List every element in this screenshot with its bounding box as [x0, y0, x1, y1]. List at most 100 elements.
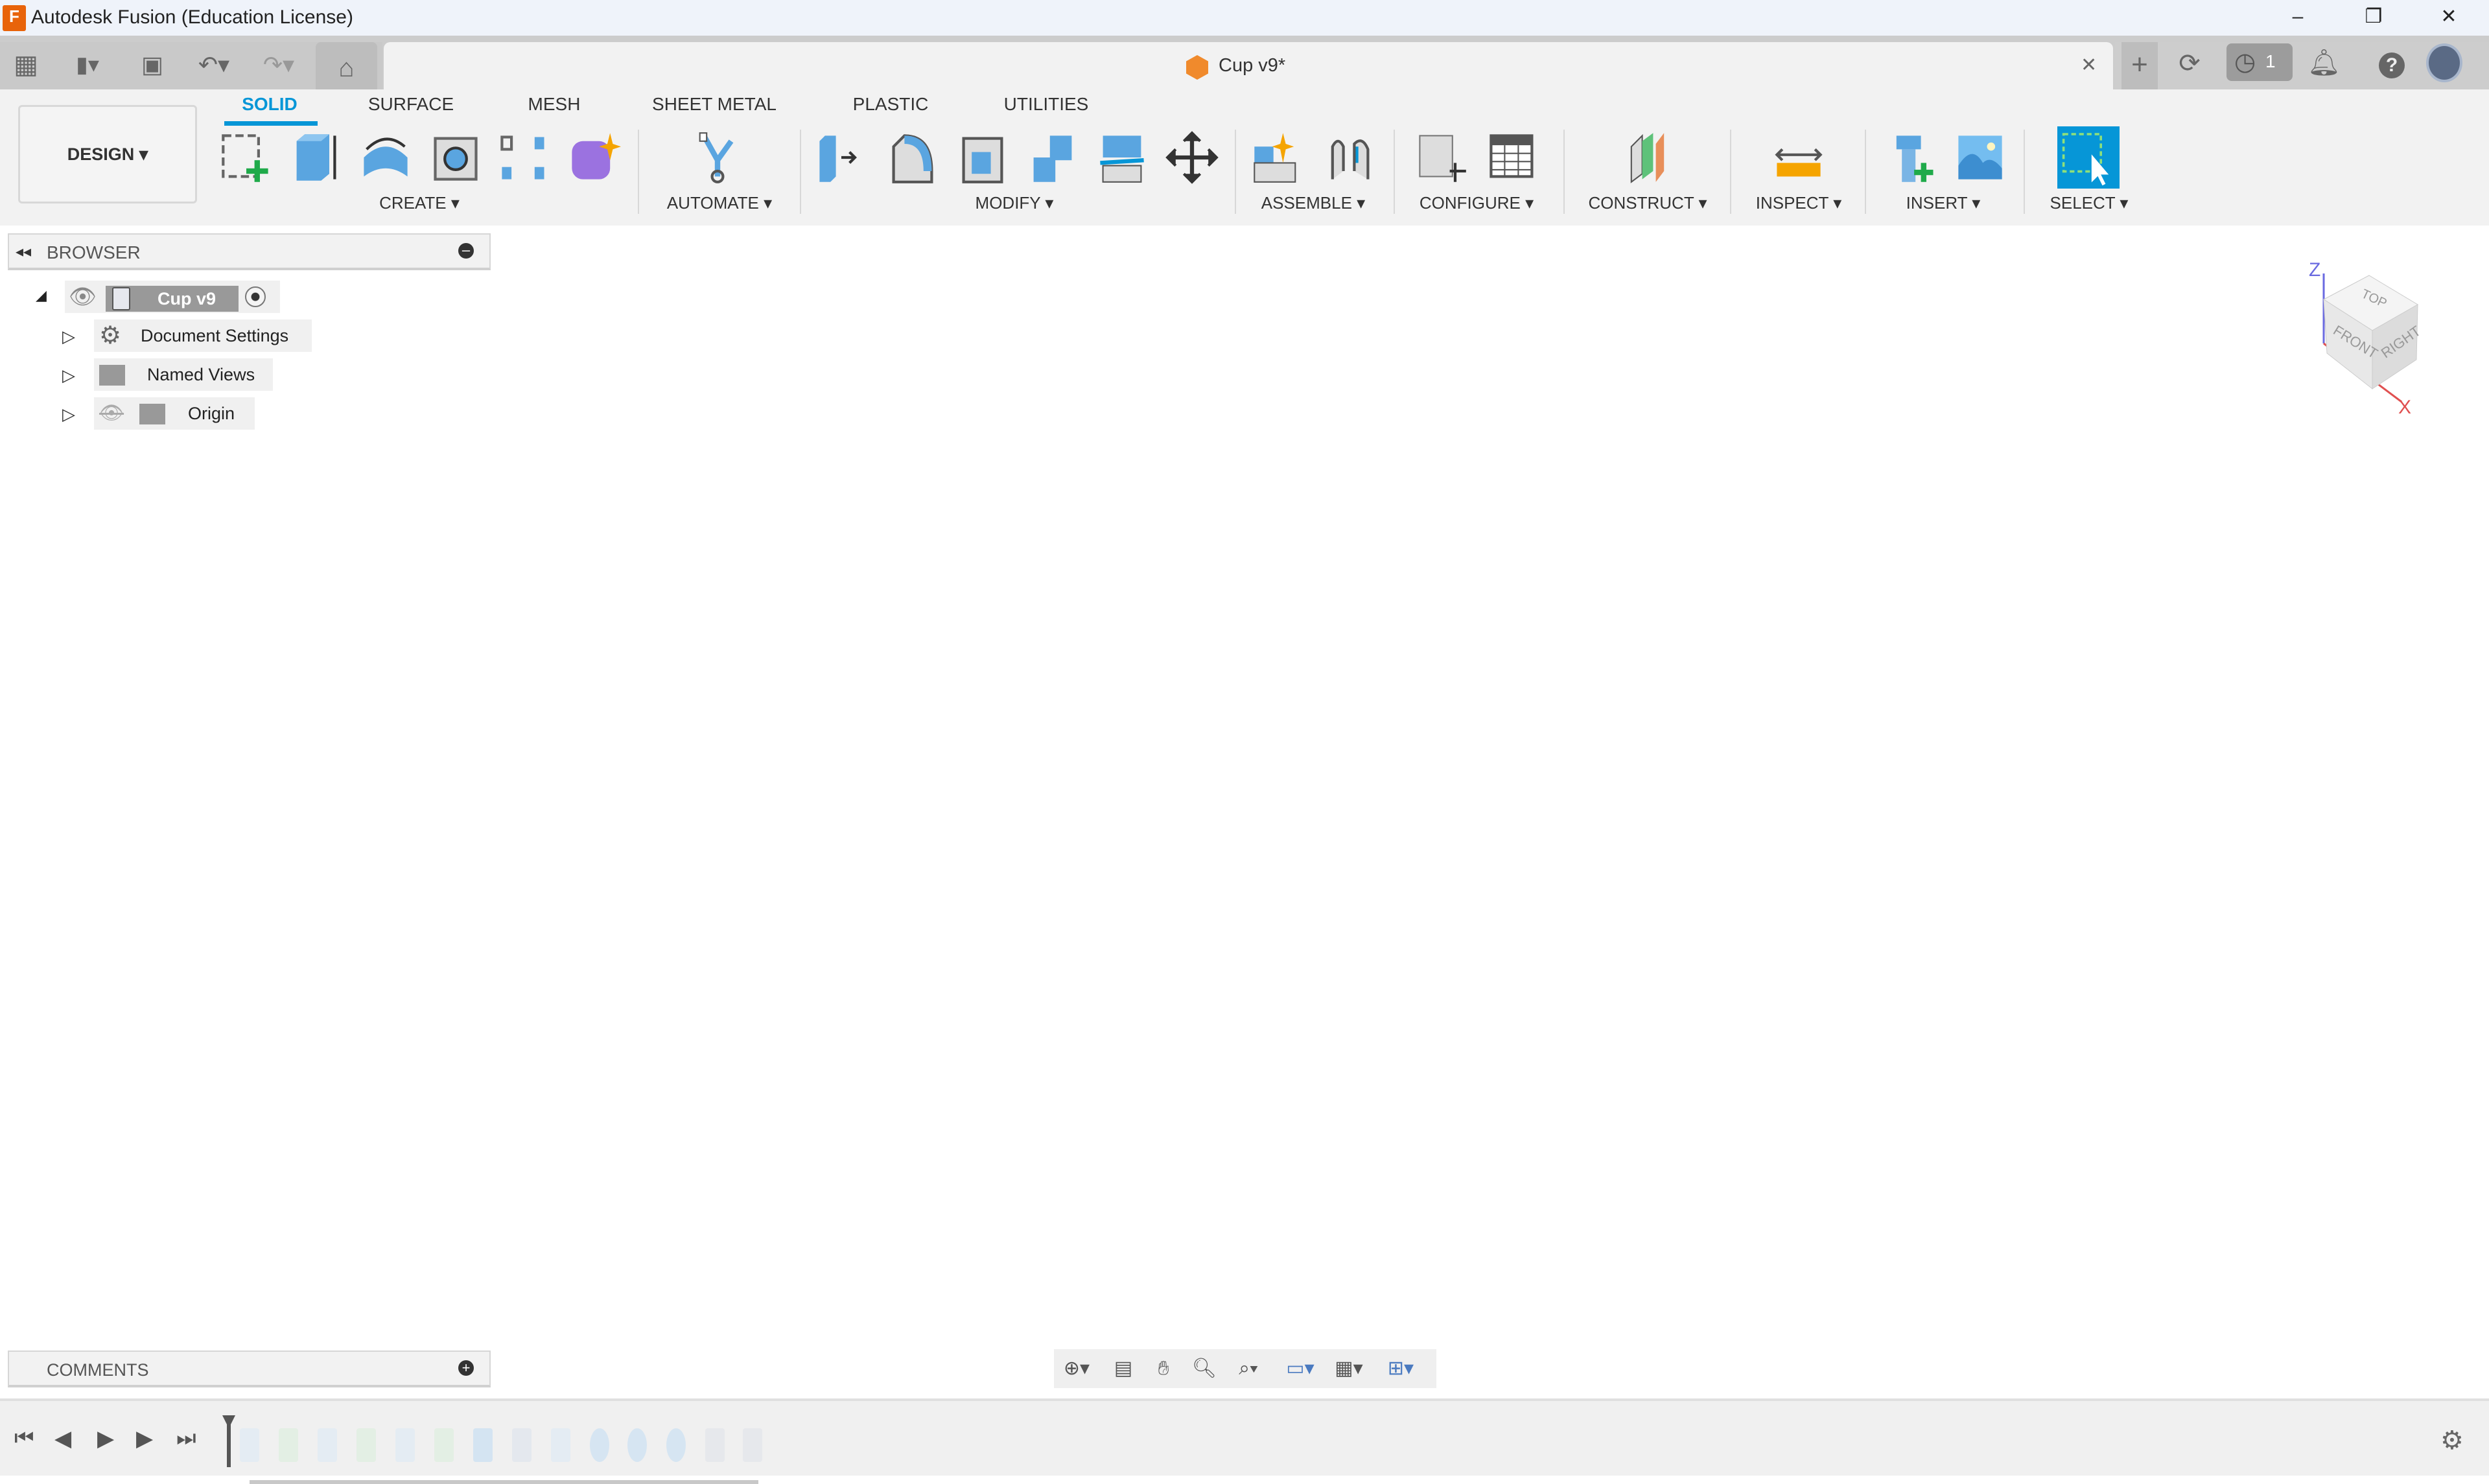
timeline-feature-sketch[interactable] — [551, 1428, 570, 1462]
modify-menu[interactable]: MODIFY ▾ — [976, 193, 1054, 213]
timeline-marker-handle[interactable] — [222, 1415, 235, 1428]
insert-canvas-icon[interactable] — [1953, 130, 2007, 185]
timeline-feature-plane[interactable] — [434, 1428, 454, 1462]
automate-icon[interactable] — [690, 130, 745, 185]
timeline-settings-gear-icon[interactable]: ⚙ — [2440, 1426, 2464, 1455]
expand-icon[interactable]: ▷ — [62, 327, 75, 347]
tab-plastic[interactable]: PLASTIC — [853, 94, 929, 115]
file-menu-button[interactable]: ▮▾ — [62, 49, 113, 81]
activate-radio[interactable] — [245, 286, 266, 307]
orbit-icon[interactable]: ⊕▾ — [1058, 1354, 1095, 1383]
timeline-feature-loft[interactable] — [473, 1428, 493, 1462]
extrude-icon[interactable] — [288, 130, 343, 185]
timeline-feature-body[interactable] — [666, 1428, 686, 1462]
timeline-feature-sketch[interactable] — [240, 1428, 259, 1462]
tab-surface[interactable]: SURFACE — [368, 94, 454, 115]
add-comment-icon[interactable]: + — [458, 1360, 474, 1376]
insert-mcmaster-icon[interactable] — [1886, 130, 1940, 185]
viewports-icon[interactable]: ⊞▾ — [1378, 1354, 1423, 1383]
minimize-button[interactable]: – — [2278, 4, 2317, 30]
go-to-end-icon[interactable]: ⏭︎ — [176, 1426, 196, 1451]
home-button[interactable]: ⌂ — [316, 42, 377, 89]
hidden-eye-icon[interactable]: 👁︎ — [99, 397, 124, 430]
timeline-feature-fillet[interactable] — [705, 1428, 725, 1462]
collapse-root-icon[interactable]: ◢ — [36, 287, 47, 304]
view-cube[interactable]: Z X TOP FRONT RIGHT — [2308, 259, 2457, 428]
inspect-menu[interactable]: INSPECT ▾ — [1756, 193, 1842, 213]
close-window-button[interactable]: ✕ — [2429, 4, 2468, 30]
pan-icon[interactable]: ✋︎ — [1145, 1354, 1182, 1383]
timeline-feature-plane[interactable] — [279, 1428, 298, 1462]
visibility-eye-icon[interactable]: 👁︎ — [69, 281, 97, 313]
look-at-icon[interactable]: ▤ — [1104, 1354, 1142, 1383]
display-settings-icon[interactable]: ▭▾ — [1278, 1354, 1323, 1383]
go-to-start-icon[interactable]: ⏮︎ — [14, 1426, 34, 1451]
configure-icon[interactable] — [1414, 130, 1469, 185]
timeline-feature-sketch[interactable] — [318, 1428, 337, 1462]
combine-icon[interactable] — [1025, 130, 1080, 185]
help-icon[interactable]: ? — [2379, 52, 2405, 78]
browser-root-item[interactable]: 👁︎ Cup v9 — [65, 281, 280, 313]
grid-snaps-icon[interactable]: ▦▾ — [1326, 1354, 1372, 1383]
close-tab-button[interactable]: ✕ — [2081, 54, 2097, 76]
save-icon[interactable]: ▣ — [136, 49, 169, 81]
construct-plane-icon[interactable] — [1620, 130, 1675, 185]
timeline-feature-shell[interactable] — [512, 1428, 532, 1462]
tab-sheet-metal[interactable]: SHEET METAL — [652, 94, 777, 115]
automate-menu[interactable]: AUTOMATE ▾ — [667, 193, 772, 213]
create-sketch-icon[interactable] — [219, 130, 274, 185]
insert-menu[interactable]: INSERT ▾ — [1906, 193, 1981, 213]
browser-item-named-views[interactable]: Named Views — [94, 358, 273, 391]
undo-icon[interactable]: ↶▾ — [188, 49, 240, 81]
timeline-feature-sweep[interactable] — [590, 1428, 609, 1462]
browser-item-origin[interactable]: 👁︎ Origin — [94, 397, 255, 430]
configure-menu[interactable]: CONFIGURE ▾ — [1420, 193, 1534, 213]
create-menu[interactable]: CREATE ▾ — [379, 193, 460, 213]
hole-icon[interactable] — [428, 130, 483, 185]
tab-mesh[interactable]: MESH — [528, 94, 581, 115]
configuration-table-icon[interactable] — [1486, 130, 1540, 185]
fit-icon[interactable]: ⌕▾ — [1226, 1354, 1271, 1383]
tab-solid[interactable]: SOLID — [242, 94, 298, 115]
redo-icon[interactable]: ↷▾ — [253, 49, 305, 81]
create-form-icon[interactable] — [567, 130, 621, 185]
shell-icon[interactable] — [955, 130, 1010, 185]
timeline-feature-fillet[interactable] — [743, 1428, 762, 1462]
press-pull-icon[interactable] — [814, 130, 869, 185]
zoom-icon[interactable]: 🔍︎ — [1186, 1354, 1223, 1383]
avatar[interactable] — [2426, 43, 2462, 82]
workspace-switcher[interactable]: DESIGN ▾ — [18, 105, 197, 203]
expand-icon[interactable]: ▷ — [62, 404, 75, 424]
offset-face-icon[interactable] — [1095, 130, 1149, 185]
joint-icon[interactable] — [1322, 130, 1376, 185]
new-component-icon[interactable] — [1250, 130, 1305, 185]
document-tab[interactable]: Cup v9* ✕ — [384, 42, 2113, 89]
browser-item-document-settings[interactable]: ⚙ Document Settings — [94, 319, 312, 352]
new-tab-icon[interactable]: + — [2121, 42, 2158, 89]
step-forward-icon[interactable]: ▶ — [136, 1426, 153, 1452]
assemble-menu[interactable]: ASSEMBLE ▾ — [1261, 193, 1365, 213]
step-back-icon[interactable]: ◀ — [54, 1426, 71, 1452]
move-copy-icon[interactable] — [1165, 130, 1219, 185]
expand-icon[interactable]: ▷ — [62, 365, 75, 386]
sync-icon[interactable]: ⟳ — [2173, 49, 2206, 81]
collapse-browser-icon[interactable]: ◂◂ — [16, 242, 31, 261]
apps-grid-icon[interactable]: ▦ — [10, 49, 42, 81]
construct-menu[interactable]: CONSTRUCT ▾ — [1588, 193, 1707, 213]
select-icon[interactable] — [2057, 126, 2120, 189]
timeline-feature-plane[interactable] — [356, 1428, 376, 1462]
select-menu[interactable]: SELECT ▾ — [2050, 193, 2129, 213]
revolve-icon[interactable] — [358, 130, 413, 185]
tab-utilities[interactable]: UTILITIES — [1004, 94, 1089, 115]
measure-icon[interactable] — [1771, 130, 1826, 185]
pattern-icon[interactable] — [497, 130, 551, 185]
play-icon[interactable]: ▶ — [97, 1426, 114, 1452]
restore-button[interactable]: ❐ — [2354, 4, 2393, 30]
notifications-icon[interactable]: 🔔︎ — [2308, 47, 2341, 78]
timeline-feature-sketch[interactable] — [395, 1428, 415, 1462]
fillet-icon[interactable] — [885, 130, 940, 185]
item-label: Named Views — [147, 365, 255, 384]
timeline-feature-body[interactable] — [627, 1428, 647, 1462]
job-status-button[interactable]: ◷ 1 — [2226, 43, 2293, 81]
browser-pin-icon[interactable]: – — [458, 243, 474, 259]
